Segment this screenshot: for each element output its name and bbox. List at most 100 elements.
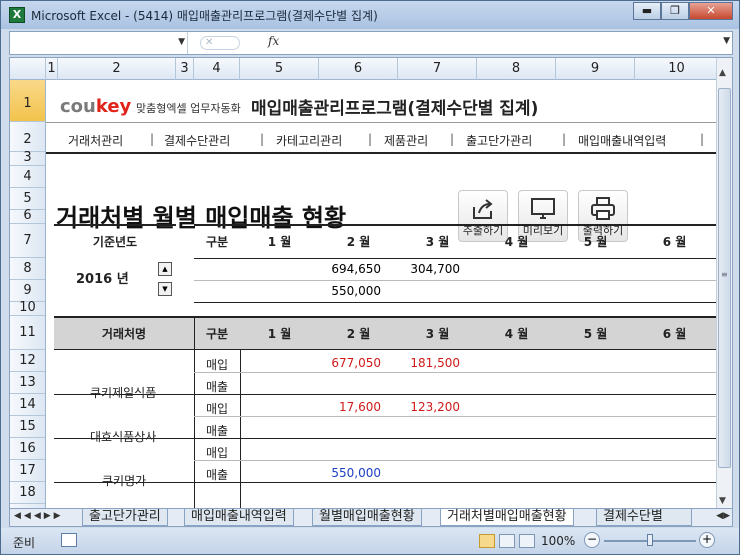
column-header[interactable]: 10 xyxy=(635,58,718,80)
nav-separator: | xyxy=(260,132,265,146)
summary-header-m2: 2 월 xyxy=(346,235,371,249)
vendor2-buy-m2: 17,600 xyxy=(339,400,381,414)
app-title: 매입매출관리프로그램(결제수단별 집계) xyxy=(251,99,539,119)
tab-scroll-icon[interactable]: ◀▶ xyxy=(716,511,730,521)
row-header[interactable]: 10 xyxy=(10,301,45,316)
detail-header-m2: 2 월 xyxy=(346,327,371,341)
nav-item-entry[interactable]: 매입매출내역입력 xyxy=(578,132,666,149)
column-header[interactable]: 5 xyxy=(240,58,319,80)
tab-vendor-monthly[interactable]: 거래처별매입매출현황 xyxy=(440,509,574,526)
vendor2-buy-m3: 123,200 xyxy=(410,400,460,414)
nav-separator: | xyxy=(700,132,705,146)
grip-icon: ≡ xyxy=(721,270,728,279)
row-header[interactable]: 18 xyxy=(10,482,45,504)
row-header[interactable]: 12 xyxy=(10,350,45,372)
close-button[interactable]: ✕ xyxy=(689,2,733,20)
vendor-name: 쿠키명가 xyxy=(102,474,147,488)
row-header[interactable]: 17 xyxy=(10,460,45,482)
year-value[interactable]: 2016 년 xyxy=(76,268,129,287)
status-ready: 준비 xyxy=(13,536,36,550)
minimize-button[interactable]: ▬ xyxy=(633,2,661,20)
excel-app-icon[interactable]: X xyxy=(9,7,25,23)
chevron-down-icon[interactable]: ▼ xyxy=(178,37,185,47)
year-down-button[interactable]: ▼ xyxy=(158,282,172,296)
detail-header-m4: 4 월 xyxy=(504,327,529,341)
nav-item-payment[interactable]: 결제수단관리 xyxy=(164,132,230,149)
page-break-icon[interactable] xyxy=(519,534,535,548)
row-header[interactable]: 9 xyxy=(10,280,45,302)
sell-label: 매출 xyxy=(206,424,229,438)
row-header[interactable]: 16 xyxy=(10,438,45,460)
tab-unit-price[interactable]: 출고단가관리 xyxy=(82,509,168,526)
zoom-slider-thumb[interactable] xyxy=(647,534,653,546)
coukey-logo: coukey xyxy=(60,96,132,117)
row-header[interactable]: 3 xyxy=(10,151,45,166)
row-header[interactable]: 7 xyxy=(10,224,45,258)
zoom-in-button[interactable]: + xyxy=(699,532,715,548)
cancel-icon[interactable]: ✕ xyxy=(200,36,240,50)
column-header[interactable]: 8 xyxy=(477,58,556,80)
year-label: 기준년도 xyxy=(92,235,138,249)
expand-formula-icon[interactable]: ▼ xyxy=(723,36,730,46)
tab-monthly[interactable]: 월별매입매출현황 xyxy=(312,509,422,526)
column-header[interactable]: 4 xyxy=(194,58,240,80)
nav-item-vendors[interactable]: 거래처관리 xyxy=(68,132,123,149)
nav-separator: | xyxy=(368,132,373,146)
buy-label: 매입 xyxy=(206,358,229,372)
column-header[interactable]: 7 xyxy=(398,58,477,80)
tab-entry[interactable]: 매입매출내역입력 xyxy=(184,509,294,526)
vendor1-buy-m3: 181,500 xyxy=(410,356,460,370)
column-header[interactable]: 2 xyxy=(58,58,176,80)
detail-header-m6: 6 월 xyxy=(662,327,687,341)
restore-button[interactable]: ❐ xyxy=(661,2,689,20)
table-border xyxy=(194,302,718,303)
detail-header-m3: 3 월 xyxy=(425,327,450,341)
scroll-up-icon[interactable]: ▲ xyxy=(719,68,726,78)
nav-separator: | xyxy=(562,132,567,146)
row-header[interactable]: 15 xyxy=(10,416,45,438)
row-header[interactable]: 8 xyxy=(10,258,45,280)
column-header[interactable]: 3 xyxy=(176,58,194,80)
printer-icon xyxy=(591,197,615,220)
normal-view-icon[interactable] xyxy=(479,534,495,548)
zoom-out-button[interactable]: − xyxy=(584,532,600,548)
macro-record-icon[interactable] xyxy=(61,533,77,547)
window-controls: ▬ ❐ ✕ xyxy=(633,2,733,20)
row-divider xyxy=(194,416,718,417)
row-header[interactable]: 13 xyxy=(10,372,45,394)
nav-separator: | xyxy=(450,132,455,146)
row-header[interactable]: 5 xyxy=(10,188,45,210)
row-header[interactable]: 11 xyxy=(10,316,45,350)
row-header[interactable]: 1 xyxy=(10,80,45,122)
name-box[interactable]: ▼ xyxy=(10,32,188,54)
worksheet: 1 2 3 4 5 6 7 8 9 10 1 2 3 4 5 6 7 8 9 1… xyxy=(9,57,733,509)
row-header[interactable]: 2 xyxy=(10,122,45,152)
title-bar: X Microsoft Excel - (5414) 매입매출관리프로그램(결제… xyxy=(1,1,739,29)
row-headers: 1 2 3 4 5 6 7 8 9 10 11 12 13 14 15 16 1… xyxy=(10,80,46,508)
nav-item-unit-price[interactable]: 출고단가관리 xyxy=(466,132,532,149)
summary-buy-m2: 694,650 xyxy=(331,262,381,276)
year-up-button[interactable]: ▲ xyxy=(158,262,172,276)
summary-header-m3: 3 월 xyxy=(425,235,450,249)
column-header[interactable]: 6 xyxy=(319,58,398,80)
select-all-corner[interactable] xyxy=(10,58,46,80)
column-header[interactable]: 1 xyxy=(46,58,58,80)
nav-item-category[interactable]: 카테고리관리 xyxy=(276,132,342,149)
tab-payment[interactable]: 결제수단별 xyxy=(596,509,692,526)
detail-header-vendor: 거래처명 xyxy=(101,327,147,341)
page-layout-icon[interactable] xyxy=(499,534,515,548)
detail-header-type: 구분 xyxy=(205,327,229,341)
column-header[interactable]: 9 xyxy=(556,58,635,80)
vertical-scrollbar[interactable]: ▲ ≡ ▼ xyxy=(716,58,732,508)
tab-nav-arrows-icon[interactable]: ◀◀◀▶▶ xyxy=(14,511,64,521)
row-header[interactable]: 14 xyxy=(10,394,45,416)
formula-bar: ▼ ✕ fx ▼ xyxy=(9,31,733,55)
buy-label: 매입 xyxy=(206,446,229,460)
nav-item-products[interactable]: 제품관리 xyxy=(384,132,428,149)
row-header[interactable]: 4 xyxy=(10,166,45,188)
zoom-level[interactable]: 100% xyxy=(541,534,575,548)
row-header[interactable]: 6 xyxy=(10,209,45,224)
scroll-down-icon[interactable]: ▼ xyxy=(719,496,726,506)
insert-function-icon[interactable]: fx xyxy=(268,34,279,48)
row-divider xyxy=(194,460,718,461)
